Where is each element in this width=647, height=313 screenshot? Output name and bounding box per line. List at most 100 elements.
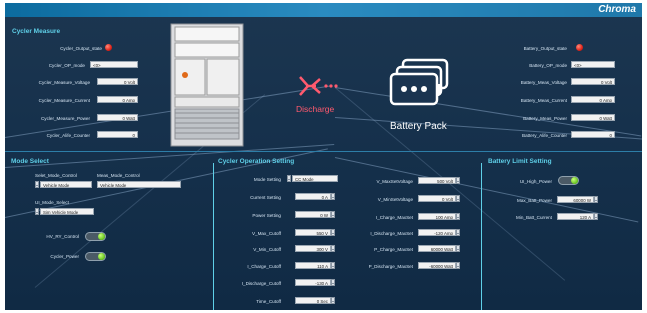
cycler-voltage-field: 0 Volt — [97, 78, 138, 85]
i-discharge-cutoff-label: I_Discharge_Cutoff — [241, 281, 281, 286]
i-discharge-cutoff-field[interactable]: -130 A — [295, 279, 331, 286]
section-divider — [5, 151, 642, 152]
hv-ry-control-label: HV_RY_Control — [46, 234, 79, 239]
battery-output-state-label: Battery_Output_state — [523, 46, 567, 51]
mode-select-title: Mode Select — [11, 158, 49, 165]
power-setting-spinner[interactable] — [331, 211, 335, 218]
ui-high-power-toggle[interactable] — [558, 176, 579, 185]
i-charge-cutoff-spinner[interactable] — [331, 262, 335, 269]
select-mode-label: Selet_Mode_Control — [35, 173, 77, 178]
v-max-set-voltage-label: V_MaxSetVoltage — [376, 179, 413, 184]
mode-setting-label: Mode Setting — [253, 177, 281, 182]
v-min-cutoff-spinner[interactable] — [331, 245, 335, 252]
select-mode-spinner[interactable] — [35, 181, 39, 188]
battery-voltage-field: 0 Volt — [571, 78, 615, 85]
cycler-cabinet-image — [170, 23, 244, 147]
v-min-set-voltage-spinner[interactable] — [456, 195, 460, 202]
discharge-label: Discharge — [296, 104, 335, 114]
ui-mode-spinner[interactable] — [35, 208, 39, 215]
left-divider — [213, 163, 214, 310]
battery-op-mode-field: <0> — [571, 61, 615, 68]
i-charge-max-set-label: I_Charge_MaxSet — [375, 215, 413, 220]
p-discharge-max-set-spinner[interactable] — [456, 262, 460, 269]
right-divider — [481, 163, 482, 310]
battery-limit-title: Battery Limit Setting — [488, 158, 552, 165]
min-batt-current-field[interactable]: 120 A — [557, 213, 594, 220]
cycler-output-state-led — [105, 44, 112, 51]
v-max-cutoff-field[interactable]: 550 V — [295, 229, 331, 236]
v-min-cutoff-field[interactable]: 300 V — [295, 245, 331, 252]
i-discharge-max-set-label: I_Discharge_MaxSet — [370, 231, 413, 236]
v-max-set-voltage-spinner[interactable] — [456, 177, 460, 184]
mode-setting-spinner[interactable] — [287, 175, 291, 182]
battery-alife-field: 0 — [571, 131, 615, 138]
current-setting-spinner[interactable] — [331, 193, 335, 200]
cycler-power-toggle[interactable] — [85, 252, 106, 261]
cycler-output-state-label: Cycler_Output_state — [60, 46, 102, 51]
cycler-power-toggle-label: Cycler_Power — [50, 254, 79, 259]
max-batt-power-spinner[interactable] — [594, 196, 598, 203]
cycler-alife-field: 0 — [97, 131, 138, 138]
cycler-op-mode-field: <0> — [90, 61, 138, 68]
i-discharge-max-set-spinner[interactable] — [456, 229, 460, 236]
cycler-voltage-label: Cycler_Measure_Voltage — [38, 80, 90, 85]
i-charge-cutoff-field[interactable]: 110 A — [295, 262, 331, 269]
select-mode-field[interactable]: Vehicle Mode — [40, 181, 92, 188]
power-setting-field[interactable]: 0 W — [295, 211, 331, 218]
cycler-measure-title: Cycler Measure — [12, 28, 61, 35]
ui-mode-field[interactable]: Sim Vehicle Mode — [40, 208, 94, 215]
max-batt-power-field[interactable]: 60000 W — [557, 196, 594, 203]
battery-power-field: 0 Watt — [571, 114, 615, 121]
cycler-op-mode-label: Cycler_OP_mode — [48, 63, 85, 68]
time-cutoff-spinner[interactable] — [331, 297, 335, 304]
battery-output-state-led — [576, 44, 583, 51]
app-screen: Chroma Cycler Measure Cycler_Output_stat… — [5, 3, 642, 310]
discharge-arrow-icon — [299, 76, 338, 96]
power-setting-label: Power Setting — [252, 213, 281, 218]
cycler-power-field: 0 Watt — [97, 114, 138, 121]
v-max-cutoff-spinner[interactable] — [331, 229, 335, 236]
min-batt-current-spinner[interactable] — [594, 213, 598, 220]
hv-ry-control-toggle[interactable] — [85, 232, 106, 241]
p-charge-max-set-spinner[interactable] — [456, 245, 460, 252]
battery-alife-label: Battery_Alife_Counter — [522, 133, 567, 138]
battery-current-label: Battery_Meas_Current — [520, 98, 567, 103]
p-charge-max-set-field[interactable]: 60000 Watt — [418, 245, 456, 252]
p-charge-max-set-label: P_Charge_MaxSet — [374, 247, 413, 252]
cycler-current-label: Cycler_Measure_Current — [38, 98, 90, 103]
battery-pack-label: Battery Pack — [390, 121, 447, 132]
ui-high-power-label: UI_High_Power — [519, 179, 552, 184]
i-charge-cutoff-label: I_Charge_Cutoff — [247, 264, 281, 269]
cycler-current-field: 0 Amp — [97, 96, 138, 103]
i-charge-max-set-field[interactable]: 100 Amp — [418, 213, 456, 220]
v-min-set-voltage-field[interactable]: 0 Volt — [418, 195, 456, 202]
title-bar: Chroma — [5, 3, 642, 17]
i-discharge-cutoff-spinner[interactable] — [331, 279, 335, 286]
battery-power-label: Battery_Meas_Power — [523, 116, 567, 121]
v-max-cutoff-label: V_Max_Cutoff — [251, 231, 281, 236]
time-cutoff-field[interactable]: 0 Sec — [295, 297, 331, 304]
cycler-operation-title: Cycler Operation Setting — [218, 158, 295, 165]
mode-setting-field[interactable]: CC Mode — [292, 175, 338, 182]
current-setting-field[interactable]: 0 A — [295, 193, 331, 200]
time-cutoff-label: Time_Cutoff — [256, 299, 281, 304]
cycler-power-label: Cycler_Measure_Power — [40, 116, 90, 121]
battery-current-field: 0 Amp — [571, 96, 615, 103]
max-batt-power-label: Max_Batt_Power — [517, 198, 552, 203]
i-discharge-max-set-field[interactable]: -120 Amp — [418, 229, 456, 236]
p-discharge-max-set-field[interactable]: -60000 Watt — [418, 262, 456, 269]
meas-mode-field: Vehicle Mode — [97, 181, 181, 188]
meas-mode-label: Meas_Mode_Control — [97, 173, 140, 178]
min-batt-current-label: Min_Batt_Current — [515, 215, 552, 220]
current-setting-label: Current Setting — [250, 195, 281, 200]
brand-logo: Chroma — [598, 4, 636, 15]
cycler-alife-label: Cycler_Alife_Counter — [46, 133, 90, 138]
battery-voltage-label: Battery_Meas_Voltage — [520, 80, 567, 85]
v-min-set-voltage-label: V_MinSetVoltage — [377, 197, 413, 202]
battery-pack-icon — [389, 58, 449, 106]
v-min-cutoff-label: V_Min_Cutoff — [253, 247, 281, 252]
v-max-set-voltage-field[interactable]: 500 Volt — [418, 177, 456, 184]
i-charge-max-set-spinner[interactable] — [456, 213, 460, 220]
ui-mode-label: UI_Mode_Select — [35, 200, 69, 205]
battery-op-mode-label: Battery_OP_mode — [529, 63, 567, 68]
